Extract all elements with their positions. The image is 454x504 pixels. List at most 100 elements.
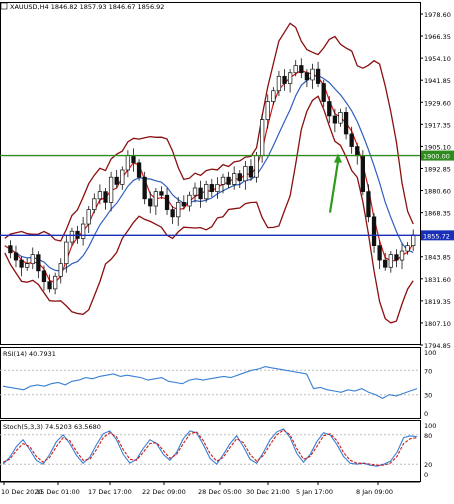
candle-body: [164, 194, 170, 210]
candle-body: [52, 275, 58, 290]
candle-body: [293, 65, 298, 74]
candle-body: [271, 90, 276, 102]
candle-body: [131, 155, 136, 164]
stoch-tick-label: 20: [424, 461, 432, 469]
price-tick-label: 1843.85: [424, 254, 451, 262]
candle-body: [176, 202, 181, 218]
price-tick-label: 1819.35: [424, 298, 451, 306]
candle-body: [142, 176, 147, 200]
trading-chart: 1978.60 1966.35 1954.10 1941.85 1929.60 1917.…: [0, 0, 454, 500]
stoch-tick-label: 100: [424, 422, 436, 430]
candle-body: [80, 223, 86, 239]
stoch-tick-label: 0: [424, 471, 428, 479]
candle-body: [13, 252, 19, 261]
candle-body: [198, 187, 203, 200]
candle-body: [411, 234, 416, 247]
stoch-title: Stoch(5,3,3) 74.5203 63.5680: [3, 423, 101, 431]
price-tick-label: 1831.60: [424, 276, 451, 284]
rsi-tick-label: 70: [424, 367, 432, 375]
candle-body: [30, 254, 35, 265]
candle-body: [170, 209, 175, 218]
time-tick-label: 28 Dec 05:00: [198, 488, 242, 496]
candle-body: [125, 155, 131, 171]
candle-body: [204, 184, 209, 200]
price-tick-label: 1941.85: [424, 77, 451, 85]
candle-body: [58, 263, 63, 277]
candle-body: [86, 209, 91, 225]
candle-body: [237, 173, 242, 182]
price-tick-label: 1905.10: [424, 143, 451, 151]
candle-body: [136, 162, 142, 178]
candle-body: [355, 146, 360, 156]
candle-body: [254, 155, 259, 178]
candle-body: [64, 241, 69, 265]
candle-body: [92, 198, 97, 210]
candle-body: [103, 191, 108, 203]
price-tick-label: 1892.85: [424, 165, 451, 173]
candle-body: [349, 133, 354, 147]
price-chart-title: XAUUSD,H4 1846.82 1857.93 1846.67 1856.9…: [10, 3, 164, 11]
candle-body: [47, 281, 52, 290]
candle-body: [371, 216, 377, 247]
price-tick-label: 1929.60: [424, 99, 451, 107]
candle-body: [248, 166, 254, 178]
candle-body: [304, 72, 310, 81]
candle-body: [332, 115, 338, 124]
candle-body: [383, 259, 388, 268]
candle-body: [343, 112, 349, 135]
price-level-label: 1900.00: [423, 153, 450, 161]
candle-body: [282, 75, 287, 84]
candle-body: [360, 155, 366, 192]
candle-body: [69, 230, 75, 243]
candle-body: [220, 176, 226, 185]
candle-body: [399, 250, 405, 261]
chart-stage: 1978.60 1966.35 1954.10 1941.85 1929.60 1917.…: [0, 0, 454, 500]
price-tick-label: 1978.60: [424, 11, 451, 19]
candle-body: [310, 68, 315, 81]
candle-body: [36, 254, 41, 272]
candle-body: [377, 245, 382, 261]
rsi-tick-label: 0: [424, 410, 428, 418]
candle-body: [19, 259, 24, 268]
time-tick-label: 30 Dec 21:00: [246, 488, 290, 496]
price-level-label: 1855.72: [423, 232, 450, 240]
candle-body: [366, 191, 371, 218]
candle-body: [315, 68, 321, 84]
candle-body: [232, 173, 237, 185]
price-tick-label: 1868.35: [424, 210, 451, 218]
candle-body: [265, 101, 270, 120]
candle-body: [153, 191, 159, 207]
candle-body: [41, 270, 47, 283]
candle-body: [276, 75, 282, 92]
rsi-title: RSI(14) 40.7931: [3, 350, 56, 358]
candle-body: [120, 169, 125, 185]
candle-body: [192, 187, 198, 196]
candle-body: [114, 176, 119, 185]
time-tick-label: 5 Jan 17:00: [296, 488, 333, 496]
time-tick-label: 8 Jan 09:00: [356, 488, 393, 496]
candle-body: [108, 176, 114, 203]
candle-body: [287, 72, 293, 84]
candle-body: [8, 245, 13, 254]
candle-body: [259, 119, 265, 156]
time-tick-label: 15 Dec 01:00: [36, 488, 80, 496]
candle-body: [226, 176, 231, 185]
candle-body: [215, 184, 220, 192]
candle-body: [187, 194, 192, 207]
candle-body: [181, 202, 186, 207]
price-tick-label: 1807.10: [424, 320, 451, 328]
candle-body: [159, 191, 164, 196]
candle-body: [148, 198, 153, 207]
price-tick-label: 1880.60: [424, 188, 451, 196]
time-tick-label: 22 Dec 09:00: [142, 488, 186, 496]
candle-body: [97, 191, 103, 200]
candle-body: [243, 166, 248, 182]
candle-body: [327, 101, 332, 117]
price-tick-label: 1966.35: [424, 33, 451, 41]
stoch-tick-label: 80: [424, 432, 432, 440]
candle-body: [394, 254, 399, 261]
candle-body: [209, 184, 214, 192]
rsi-tick-label: 30: [424, 392, 432, 400]
candle-body: [299, 65, 304, 74]
candle-body: [321, 83, 326, 102]
